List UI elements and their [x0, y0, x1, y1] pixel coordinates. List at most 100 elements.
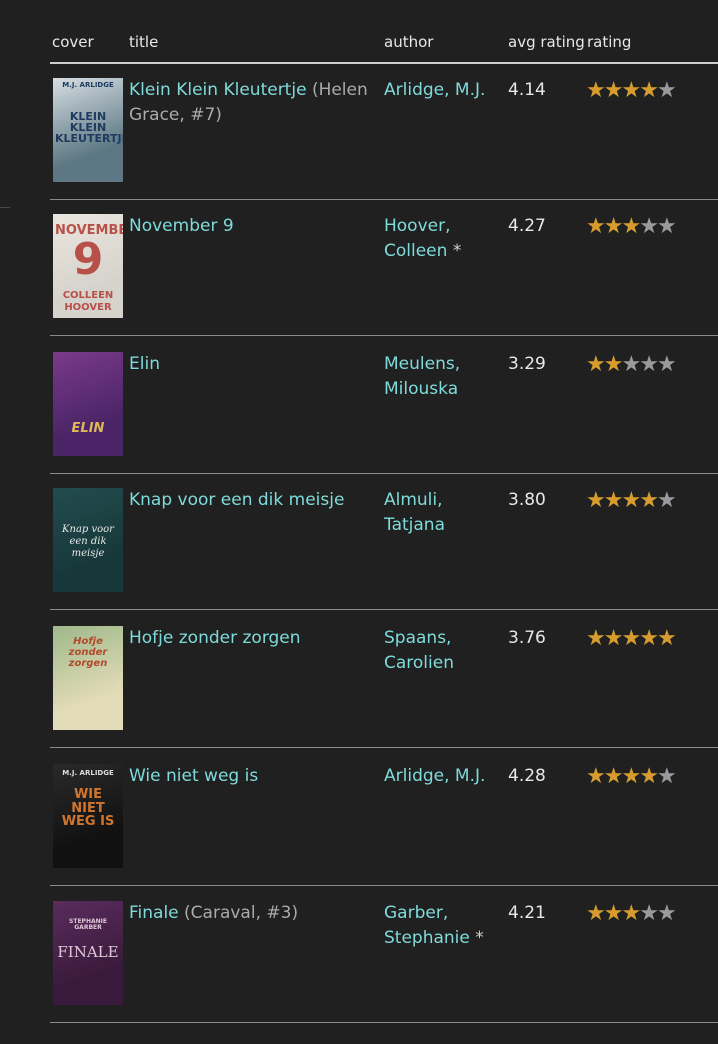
- column-header-cover[interactable]: cover: [52, 33, 94, 51]
- book-title-cell: Klein Klein Kleutertje (Helen Grace, #7): [129, 78, 379, 128]
- star-icon[interactable]: ★: [621, 901, 641, 926]
- row-divider: [50, 885, 718, 886]
- star-icon[interactable]: ★: [639, 488, 659, 513]
- star-rating[interactable]: ★★★★★: [586, 214, 677, 239]
- author-link[interactable]: Hoover, Colleen *: [384, 214, 506, 264]
- book-cover[interactable]: STEPHANIE GARBER FINALE: [53, 901, 123, 1005]
- table-row: ELIN Elin Meulens, Milouska 3.29 ★★★★★: [50, 338, 718, 474]
- avg-rating: 3.29: [508, 354, 546, 374]
- star-icon[interactable]: ★: [621, 78, 641, 103]
- author-name: Arlidge, M.J.: [384, 766, 486, 786]
- book-title-link[interactable]: Finale: [129, 903, 179, 923]
- column-header-title[interactable]: title: [129, 33, 158, 51]
- star-icon[interactable]: ★: [621, 764, 641, 789]
- star-icon[interactable]: ★: [639, 352, 659, 377]
- book-title-link[interactable]: Knap voor een dik meisje: [129, 490, 344, 510]
- table-row: NOVEMBER 9 COLLEEN HOOVER November 9 Hoo…: [50, 200, 718, 336]
- book-title-link[interactable]: Elin: [129, 354, 160, 374]
- book-cover[interactable]: M.J. ARLIDGE WIE NIET WEG IS: [53, 764, 123, 868]
- book-cover[interactable]: NOVEMBER 9 COLLEEN HOOVER: [53, 214, 123, 318]
- table-row: M.J. ARLIDGE KLEIN KLEIN KLEUTERTJE Klei…: [50, 64, 718, 200]
- star-icon[interactable]: ★: [639, 214, 659, 239]
- author-link[interactable]: Arlidge, M.J.: [384, 764, 506, 789]
- author-link[interactable]: Garber, Stephanie *: [384, 901, 506, 951]
- table-row: Hofje zonder zorgen Hofje zonder zorgen …: [50, 612, 718, 748]
- star-icon[interactable]: ★: [657, 901, 677, 926]
- star-rating[interactable]: ★★★★★: [586, 626, 677, 651]
- star-icon[interactable]: ★: [639, 78, 659, 103]
- cover-title-text: FINALE: [57, 943, 119, 961]
- cover-title-text: WIE NIET WEG IS: [61, 787, 115, 830]
- book-title-cell: November 9: [129, 214, 379, 239]
- table-row: STEPHANIE GARBER FINALE Finale (Caraval,…: [50, 887, 718, 1023]
- book-cover[interactable]: M.J. ARLIDGE KLEIN KLEIN KLEUTERTJE: [53, 78, 123, 182]
- star-rating[interactable]: ★★★★★: [586, 764, 677, 789]
- star-icon[interactable]: ★: [639, 764, 659, 789]
- author-link[interactable]: Spaans, Carolien: [384, 626, 506, 676]
- star-rating[interactable]: ★★★★★: [586, 488, 677, 513]
- star-icon[interactable]: ★: [621, 352, 641, 377]
- star-rating[interactable]: ★★★★★: [586, 901, 677, 926]
- row-divider: [50, 609, 718, 610]
- star-icon[interactable]: ★: [621, 626, 641, 651]
- star-icon[interactable]: ★: [586, 214, 606, 239]
- author-link[interactable]: Meulens, Milouska: [384, 352, 506, 402]
- cover-author-text: COLLEEN HOOVER: [62, 290, 114, 313]
- star-icon[interactable]: ★: [604, 214, 624, 239]
- book-title-cell: Hofje zonder zorgen: [129, 626, 379, 651]
- star-icon[interactable]: ★: [639, 901, 659, 926]
- column-header-author[interactable]: author: [384, 33, 433, 51]
- column-header-avg-rating[interactable]: avg rating: [508, 33, 585, 51]
- star-icon[interactable]: ★: [657, 488, 677, 513]
- book-title-link[interactable]: Klein Klein Kleutertje: [129, 80, 307, 100]
- star-icon[interactable]: ★: [604, 352, 624, 377]
- avg-rating: 4.14: [508, 80, 546, 100]
- star-icon[interactable]: ★: [586, 764, 606, 789]
- star-icon[interactable]: ★: [586, 78, 606, 103]
- star-icon[interactable]: ★: [621, 214, 641, 239]
- table-row: M.J. ARLIDGE WIE NIET WEG IS Wie niet we…: [50, 750, 718, 886]
- cover-author-text: M.J. ARLIDGE: [62, 769, 114, 777]
- author-mark: *: [452, 241, 462, 261]
- star-icon[interactable]: ★: [657, 78, 677, 103]
- star-icon[interactable]: ★: [586, 488, 606, 513]
- book-cover[interactable]: Knap voor een dik meisje: [53, 488, 123, 592]
- book-title-link[interactable]: Hofje zonder zorgen: [129, 628, 301, 648]
- author-name: Garber, Stephanie: [384, 903, 470, 948]
- star-icon[interactable]: ★: [586, 901, 606, 926]
- author-name: Meulens, Milouska: [384, 354, 461, 399]
- star-icon[interactable]: ★: [657, 214, 677, 239]
- book-title-link[interactable]: Wie niet weg is: [129, 766, 258, 786]
- star-icon[interactable]: ★: [639, 626, 659, 651]
- star-rating[interactable]: ★★★★★: [586, 352, 677, 377]
- author-link[interactable]: Almuli, Tatjana: [384, 488, 506, 538]
- star-icon[interactable]: ★: [621, 488, 641, 513]
- star-icon[interactable]: ★: [604, 764, 624, 789]
- book-cover[interactable]: ELIN: [53, 352, 123, 456]
- author-link[interactable]: Arlidge, M.J.: [384, 78, 506, 103]
- cover-title-text: 9: [72, 234, 104, 285]
- avg-rating: 3.80: [508, 490, 546, 510]
- book-cover[interactable]: Hofje zonder zorgen: [53, 626, 123, 730]
- row-divider: [50, 1022, 718, 1023]
- left-divider: [0, 207, 10, 208]
- star-icon[interactable]: ★: [586, 352, 606, 377]
- avg-rating: 4.28: [508, 766, 546, 786]
- star-icon[interactable]: ★: [657, 764, 677, 789]
- book-title-link[interactable]: November 9: [129, 216, 234, 236]
- author-name: Hoover, Colleen: [384, 216, 451, 261]
- star-icon[interactable]: ★: [604, 488, 624, 513]
- star-icon[interactable]: ★: [604, 901, 624, 926]
- cover-author-text: M.J. ARLIDGE: [62, 81, 114, 89]
- star-icon[interactable]: ★: [657, 352, 677, 377]
- star-icon[interactable]: ★: [604, 626, 624, 651]
- star-icon[interactable]: ★: [604, 78, 624, 103]
- star-icon[interactable]: ★: [657, 626, 677, 651]
- star-rating[interactable]: ★★★★★: [586, 78, 677, 103]
- book-title-cell: Elin: [129, 352, 379, 377]
- book-title-cell: Finale (Caraval, #3): [129, 901, 379, 926]
- book-title-cell: Wie niet weg is: [129, 764, 379, 789]
- column-header-rating[interactable]: rating: [587, 33, 631, 51]
- star-icon[interactable]: ★: [586, 626, 606, 651]
- author-name: Almuli, Tatjana: [384, 490, 445, 535]
